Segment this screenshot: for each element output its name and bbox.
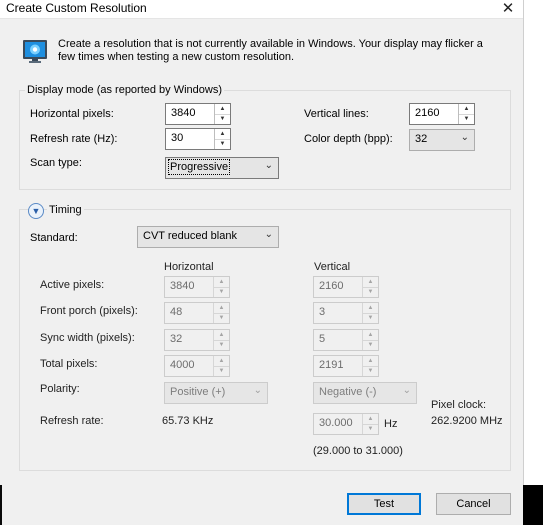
window-title: Create Custom Resolution xyxy=(6,1,147,15)
horizontal-refresh-rate-value: 65.73 KHz xyxy=(162,415,214,427)
timing-standard-select[interactable]: CVT reduced blank ⌄ xyxy=(137,226,279,248)
desktop-edge xyxy=(0,485,2,525)
spin-down-icon[interactable]: ▼ xyxy=(363,313,378,323)
refresh-rate-range: (29.000 to 31.000) xyxy=(313,445,403,457)
chevron-down-icon[interactable]: ⌄ xyxy=(265,160,273,171)
spin-down-icon[interactable]: ▼ xyxy=(214,366,229,376)
vertical-lines-spinner[interactable]: 2160 ▲ ▼ xyxy=(409,103,475,125)
sync-width-label: Sync width (pixels): xyxy=(40,332,135,344)
custom-resolution-dialog: Create Custom Resolution ✕ Create a reso… xyxy=(0,0,524,525)
spin-down-icon[interactable]: ▼ xyxy=(363,366,378,376)
vertical-column-header: Vertical xyxy=(314,261,351,273)
standard-label: Standard: xyxy=(30,232,78,244)
active-pixels-horizontal-value: 3840 xyxy=(170,280,195,292)
front-porch-horizontal-value: 48 xyxy=(170,306,183,318)
collapse-timing-button[interactable]: ▼ xyxy=(28,203,44,219)
total-pixels-vertical-value: 2191 xyxy=(319,359,344,371)
sync-width-horizontal-value: 32 xyxy=(170,333,183,345)
refresh-rate-spin-buttons[interactable]: ▲ ▼ xyxy=(214,129,230,149)
vertical-refresh-rate-value: 30.000 xyxy=(319,417,353,429)
chevron-down-icon[interactable]: ▼ xyxy=(29,204,43,218)
spin-buttons[interactable]: ▲ ▼ xyxy=(362,303,378,323)
active-pixels-label: Active pixels: xyxy=(40,279,105,291)
spin-buttons[interactable]: ▲ ▼ xyxy=(362,356,378,376)
polarity-vertical-value: Negative (-) xyxy=(319,386,377,398)
vertical-refresh-rate-spinner[interactable]: 30.000 ▲ ▼ xyxy=(313,413,379,435)
front-porch-vertical-spinner[interactable]: 3 ▲ ▼ xyxy=(313,302,379,324)
horizontal-pixels-spinner[interactable]: 3840 ▲ ▼ xyxy=(165,103,231,125)
pixel-clock-label: Pixel clock: xyxy=(431,399,487,411)
front-porch-horizontal-spinner[interactable]: 48 ▲ ▼ xyxy=(164,302,230,324)
pixel-clock-value: 262.9200 MHz xyxy=(431,415,503,427)
horizontal-pixels-spin-buttons[interactable]: ▲ ▼ xyxy=(214,104,230,124)
front-porch-vertical-value: 3 xyxy=(319,306,326,318)
vertical-lines-spin-buttons[interactable]: ▲ ▼ xyxy=(458,104,474,124)
scan-type-select[interactable]: Progressive ⌄ xyxy=(165,157,279,179)
spin-buttons[interactable]: ▲ ▼ xyxy=(362,330,378,350)
scan-type-value[interactable]: Progressive xyxy=(167,159,231,175)
total-pixels-vertical-spinner[interactable]: 2191 ▲ ▼ xyxy=(313,355,379,377)
chevron-down-icon[interactable]: ⌄ xyxy=(254,385,262,396)
color-depth-label: Color depth (bpp): xyxy=(304,133,393,145)
spin-down-icon[interactable]: ▼ xyxy=(363,340,378,350)
color-depth-value[interactable]: 32 xyxy=(415,133,427,145)
vertical-lines-value[interactable]: 2160 xyxy=(415,107,439,119)
active-pixels-vertical-spinner[interactable]: 2160 ▲ ▼ xyxy=(313,276,379,298)
scan-type-label: Scan type: xyxy=(30,157,82,169)
refresh-rate-unit: Hz xyxy=(384,418,398,430)
horizontal-pixels-value[interactable]: 3840 xyxy=(171,107,195,119)
sync-width-vertical-spinner[interactable]: 5 ▲ ▼ xyxy=(313,329,379,351)
spin-down-icon[interactable]: ▼ xyxy=(363,424,378,434)
info-text: Create a resolution that is not currentl… xyxy=(58,38,483,63)
title-bar: Create Custom Resolution ✕ xyxy=(0,0,523,19)
horizontal-column-header: Horizontal xyxy=(164,261,214,273)
refresh-rate-label: Refresh rate (Hz): xyxy=(30,133,118,145)
test-button[interactable]: Test xyxy=(347,493,421,515)
polarity-label: Polarity: xyxy=(40,383,80,395)
timing-refresh-rate-label: Refresh rate: xyxy=(40,415,104,427)
spin-buttons[interactable]: ▲ ▼ xyxy=(213,330,229,350)
refresh-rate-value[interactable]: 30 xyxy=(171,132,183,144)
polarity-vertical-select[interactable]: Negative (-) ⌄ xyxy=(313,382,417,404)
total-pixels-label: Total pixels: xyxy=(40,358,98,370)
close-icon[interactable]: ✕ xyxy=(497,0,519,18)
spin-buttons[interactable]: ▲ ▼ xyxy=(362,277,378,297)
spin-down-icon[interactable]: ▼ xyxy=(215,114,230,124)
polarity-horizontal-value: Positive (+) xyxy=(170,386,226,398)
desktop-background xyxy=(523,485,543,525)
spin-buttons[interactable]: ▲ ▼ xyxy=(213,356,229,376)
front-porch-label: Front porch (pixels): xyxy=(40,305,138,317)
horizontal-pixels-label: Horizontal pixels: xyxy=(30,108,114,120)
timing-group-title: Timing xyxy=(47,204,84,216)
sync-width-horizontal-spinner[interactable]: 32 ▲ ▼ xyxy=(164,329,230,351)
spin-down-icon[interactable]: ▼ xyxy=(214,313,229,323)
spin-down-icon[interactable]: ▼ xyxy=(214,340,229,350)
cancel-button[interactable]: Cancel xyxy=(436,493,511,515)
polarity-horizontal-select[interactable]: Positive (+) ⌄ xyxy=(164,382,268,404)
chevron-down-icon[interactable]: ⌄ xyxy=(265,229,273,240)
sync-width-vertical-value: 5 xyxy=(319,333,326,345)
chevron-down-icon[interactable]: ⌄ xyxy=(403,385,411,396)
total-pixels-horizontal-value: 4000 xyxy=(170,359,195,371)
spin-down-icon[interactable]: ▼ xyxy=(214,287,229,297)
active-pixels-vertical-value: 2160 xyxy=(319,280,344,292)
spin-down-icon[interactable]: ▼ xyxy=(459,114,474,124)
active-pixels-horizontal-spinner[interactable]: 3840 ▲ ▼ xyxy=(164,276,230,298)
color-depth-select[interactable]: 32 ⌄ xyxy=(409,129,475,151)
monitor-icon xyxy=(23,40,47,63)
timing-standard-value[interactable]: CVT reduced blank xyxy=(143,230,237,242)
spin-buttons[interactable]: ▲ ▼ xyxy=(213,277,229,297)
spin-down-icon[interactable]: ▼ xyxy=(215,139,230,149)
total-pixels-horizontal-spinner[interactable]: 4000 ▲ ▼ xyxy=(164,355,230,377)
vertical-lines-label: Vertical lines: xyxy=(304,108,369,120)
refresh-rate-spinner[interactable]: 30 ▲ ▼ xyxy=(165,128,231,150)
display-mode-group-title: Display mode (as reported by Windows) xyxy=(25,84,225,96)
chevron-down-icon[interactable]: ⌄ xyxy=(461,132,469,143)
spin-buttons[interactable]: ▲ ▼ xyxy=(362,414,378,434)
spin-down-icon[interactable]: ▼ xyxy=(363,287,378,297)
spin-buttons[interactable]: ▲ ▼ xyxy=(213,303,229,323)
